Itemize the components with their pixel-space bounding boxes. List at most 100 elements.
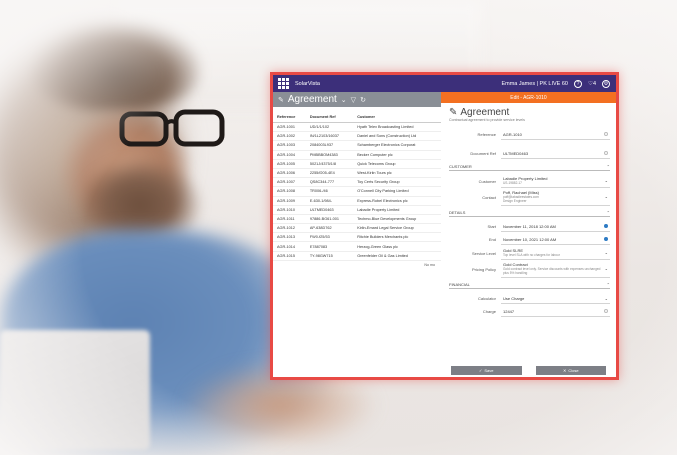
dropdown-icon: ⌄ xyxy=(604,178,608,183)
charge-label: Charge xyxy=(482,309,496,314)
customer-cell: Greenfelder Oil & Gas Limited xyxy=(353,251,441,261)
table-row[interactable]: AGR-1006 2255/f205-4E4 West-Kiriin Tours p… xyxy=(273,168,441,179)
table-row[interactable]: AGR-1014 E7887083 Herzog-Green Glass plc xyxy=(273,241,441,252)
customer-cell: Daniel and Sons (Construction) Ltd xyxy=(353,131,441,142)
reference-cell: AGR-1001 xyxy=(273,122,306,133)
refresh-icon[interactable]: ↻ xyxy=(360,96,366,104)
table-row[interactable]: AGR-1010 ULTMED0463 Labadie Property Limit… xyxy=(273,205,441,215)
help-icon[interactable]: ? xyxy=(574,79,582,88)
notification-icon[interactable]: ♡4 xyxy=(588,81,596,87)
customer-cell: Becker Computer plc xyxy=(353,150,441,160)
customer-cell: Express-Robel Electronics plc xyxy=(353,196,441,206)
start-date-field[interactable]: November 11, 2018 12:00 AM xyxy=(501,222,610,232)
chevron-up-icon: ⌃ xyxy=(606,164,610,169)
contact-field[interactable]: Poff, Rachael (Miss) poff@labadieestates.… xyxy=(501,188,610,206)
end-date-field[interactable]: November 10, 2021 12:00 AM xyxy=(501,235,610,245)
table-row[interactable]: AGR-1002 IN/1L2103/16037 Daniel and Sons (… xyxy=(273,131,441,142)
pricing-policy-row: Pricing Policy Gold Contract Gold contrac… xyxy=(449,260,610,278)
brand-name: SolarVista xyxy=(295,80,320,87)
column-header-document-ref[interactable]: Document Ref xyxy=(305,113,354,123)
agreement-table: Reference Document Ref Customer AGR-1001… xyxy=(273,113,441,261)
table-row[interactable]: AGR-1013 FW0-f25/53 Ritchie Builders Merch… xyxy=(273,232,441,243)
document-ref-cell: TY-98GW715 xyxy=(305,251,354,261)
document-ref-cell: ULTMED0463 xyxy=(305,205,354,215)
customer-field[interactable]: Labadie Property Limited US-19882-17 ⌄ xyxy=(501,174,610,188)
pricing-policy-field[interactable]: Gold Contract Gold contract level only. S… xyxy=(501,260,610,278)
app-window: SolarVista Emma James | PK LIVE 60 ? ♡4 … xyxy=(270,72,619,380)
table-row[interactable]: AGR-1008 TR006-/46 O'Connell City Parking … xyxy=(273,186,441,197)
info-icon xyxy=(604,309,608,313)
customer-cell: West-Kiriin Tours plc xyxy=(353,168,441,179)
document-ref-cell: AP-638D762 xyxy=(305,223,354,234)
customer-section[interactable]: CUSTOMER ⌃ xyxy=(449,164,610,171)
info-icon xyxy=(604,151,608,155)
table-row[interactable]: AGR-1012 AP-638D762 Kirlin-Emard Legal Ser… xyxy=(273,223,441,234)
agreement-icon: ✎ xyxy=(449,107,458,118)
customer-cell: Techmo-Blue Developments Group xyxy=(353,214,441,225)
table-row[interactable]: AGR-1001 UD/1/1/102 Hyath Telex Broadcasti… xyxy=(273,122,441,133)
user-info[interactable]: Emma James | PK LIVE 60 xyxy=(501,81,568,87)
list-header: ✎ Agreement ⌄ ▽ ↻ xyxy=(273,92,441,107)
document-ref-cell: 2084003L937 xyxy=(305,140,354,151)
document-ref-cell: FW0-f25/53 xyxy=(305,232,354,243)
detail-subtitle: Contractual agreement to provide service… xyxy=(449,118,525,122)
table-row[interactable]: AGR-1005 5021J/4375/1/8 Quick Telecoms Gro… xyxy=(273,159,441,169)
settings-icon[interactable]: ⚙ xyxy=(602,79,610,88)
details-section[interactable]: DETAILS ⌃ xyxy=(449,210,610,217)
customer-row: Customer Labadie Property Limited US-1988… xyxy=(449,174,610,188)
contact-row: Contact Poff, Rachael (Miss) poff@labadie… xyxy=(449,188,610,206)
info-icon xyxy=(604,132,608,136)
customer-cell: Labadie Property Limited xyxy=(353,205,441,215)
agreement-icon: ✎ xyxy=(278,96,284,104)
document-ref-cell: 97886-BG61-001 xyxy=(305,214,354,225)
reference-field[interactable]: AGR-1010 xyxy=(501,130,610,140)
reference-row: Reference AGR-1010 xyxy=(449,128,610,141)
reference-cell: AGR-1010 xyxy=(273,205,306,215)
reference-cell: AGR-1009 xyxy=(273,196,306,206)
service-level-label: Service Level xyxy=(471,250,496,256)
charge-field[interactable]: 12447 xyxy=(501,307,610,317)
customer-cell: Schamberger Electronics Corporat xyxy=(353,140,441,151)
reference-cell: AGR-1008 xyxy=(273,186,306,197)
table-row[interactable]: AGR-1004 PMBBBOM4383 Becker Computer plc xyxy=(273,150,441,160)
calculator-field[interactable]: Use Charge ⌄ xyxy=(501,294,610,304)
table-row[interactable]: AGR-1009 E-630-1/984- Express-Robel Electr… xyxy=(273,196,441,206)
customer-cell: Kirlin-Emard Legal Service Group xyxy=(353,223,441,234)
app-launcher-icon[interactable] xyxy=(277,78,289,90)
column-header-reference[interactable]: Reference xyxy=(273,113,306,123)
reference-cell: AGR-1004 xyxy=(273,150,306,160)
list-panel: ✎ Agreement ⌄ ▽ ↻ Reference Document Ref… xyxy=(273,92,441,377)
table-row[interactable]: AGR-1003 2084003L937 Schamberger Electroni… xyxy=(273,140,441,151)
customer-cell: Ritchie Builders Merchants plc xyxy=(353,232,441,243)
docref-field[interactable]: ULTMED0463 xyxy=(501,149,610,159)
reference-cell: AGR-1014 xyxy=(273,241,306,252)
list-more-text: No mo xyxy=(424,262,435,267)
customer-label: Customer xyxy=(478,178,496,184)
document-ref-cell: E7887083 xyxy=(305,241,354,252)
service-level-field[interactable]: Gold SLRE Top level SLA with no charges f… xyxy=(501,246,610,260)
dropdown-icon: ⌄ xyxy=(604,266,608,271)
filter-icon[interactable]: ▽ xyxy=(351,96,356,104)
end-row: End November 10, 2021 12:00 AM xyxy=(449,233,610,246)
document-ref-cell: 2255/f205-4E4 xyxy=(305,168,354,179)
reference-cell: AGR-1002 xyxy=(273,131,306,142)
table-row[interactable]: AGR-1015 TY-98GW715 Greenfelder Oil & Gas … xyxy=(273,251,441,261)
detail-title: ✎ Agreement xyxy=(449,107,510,118)
document-ref-cell: QS8C344-777 xyxy=(305,177,354,188)
detail-header: Edit - AGR-1010 xyxy=(441,92,616,103)
start-label: Start xyxy=(487,224,496,229)
financial-section[interactable]: FINANCIAL ⌃ xyxy=(449,282,610,289)
start-row: Start November 11, 2018 12:00 AM xyxy=(449,220,610,233)
table-row[interactable]: AGR-1007 QS8C344-777 Toy Certs Security Gr… xyxy=(273,177,441,188)
save-button[interactable]: ✓ Save xyxy=(451,365,522,375)
table-row[interactable]: AGR-1011 97886-BG61-001 Techmo-Blue Develo… xyxy=(273,214,441,225)
document-ref-cell: UD/1/1/102 xyxy=(305,122,354,133)
column-header-customer[interactable]: Customer xyxy=(353,113,441,123)
chevron-down-icon[interactable]: ⌄ xyxy=(341,96,347,104)
customer-cell: Herzog-Green Glass plc xyxy=(353,241,441,252)
close-button[interactable]: ✕ Close xyxy=(535,365,606,375)
docref-label: Document Ref xyxy=(470,151,496,156)
document-ref-cell: PMBBBOM4383 xyxy=(305,150,354,160)
save-icon: ✓ xyxy=(479,367,483,373)
reference-cell: AGR-1007 xyxy=(273,177,306,188)
